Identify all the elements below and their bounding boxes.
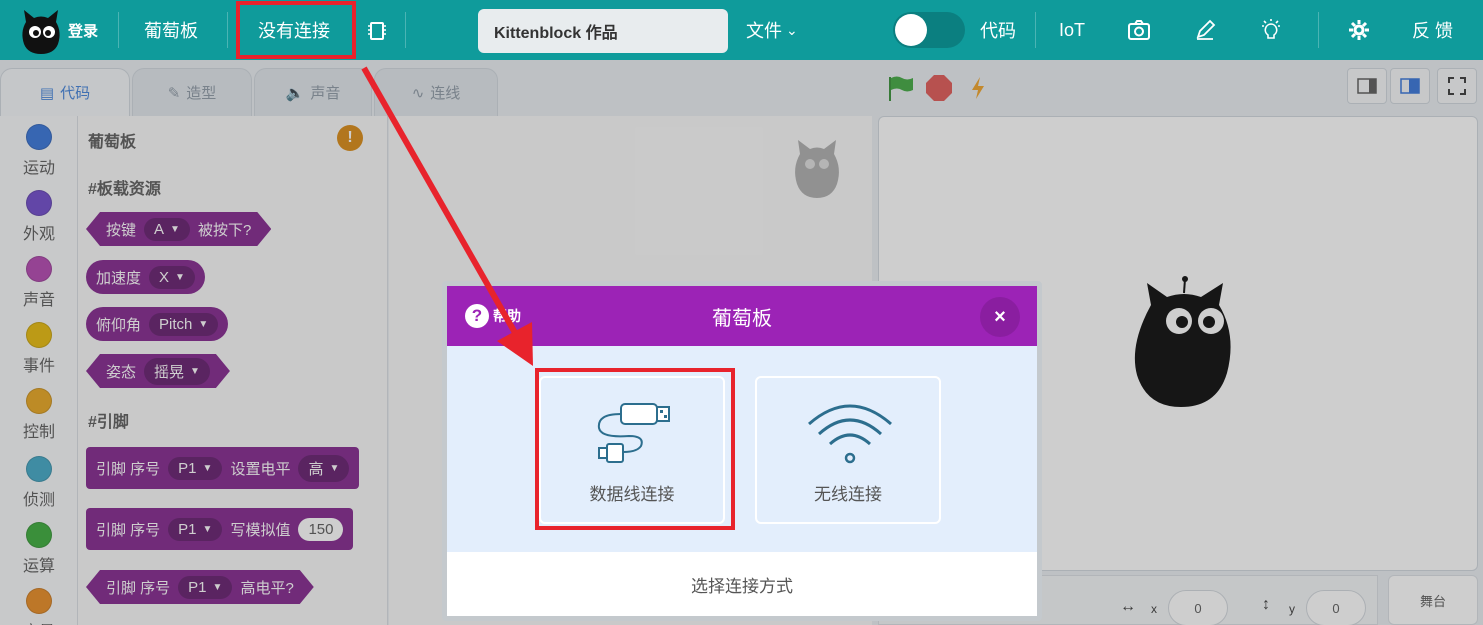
- wireless-option[interactable]: 无线连接: [755, 376, 941, 524]
- connection-highlight-box: [236, 1, 356, 59]
- menu-bar: 登录 葡萄板 没有连接 Kittenblock 作品 文件 ⌄ 代码 IoT 反…: [0, 0, 1483, 60]
- chevron-down-icon: ⌄: [786, 21, 798, 38]
- dialog-title: 葡萄板: [712, 307, 772, 330]
- divider: [227, 12, 228, 48]
- chip-icon[interactable]: [366, 20, 388, 42]
- gear-icon[interactable]: [1348, 19, 1370, 41]
- help-button[interactable]: ? 帮助: [465, 304, 521, 328]
- help-icon: ?: [465, 304, 489, 328]
- wireless-label: 无线连接: [814, 485, 882, 504]
- lightbulb-icon[interactable]: [1260, 18, 1282, 42]
- dialog-footer-hint: 选择连接方式: [447, 552, 1037, 616]
- device-select-button[interactable]: 葡萄板: [144, 0, 198, 60]
- divider: [1318, 12, 1319, 48]
- connection-dialog: 葡萄板 ? 帮助 × 数据线连接 无线连接 选择连接方式: [442, 281, 1042, 621]
- iot-button[interactable]: IoT: [1059, 0, 1085, 60]
- file-menu[interactable]: 文件 ⌄: [746, 0, 798, 60]
- dialog-header: 葡萄板 ? 帮助 ×: [447, 286, 1037, 346]
- code-toggle-label: 代码: [980, 21, 1016, 41]
- divider: [405, 12, 406, 48]
- kittenblock-logo[interactable]: [20, 8, 62, 54]
- toggle-knob: [895, 14, 927, 46]
- login-button[interactable]: 登录: [68, 0, 98, 60]
- pencil-icon[interactable]: [1194, 19, 1216, 41]
- code-mode-toggle[interactable]: [893, 12, 965, 48]
- project-title-input[interactable]: Kittenblock 作品: [478, 9, 728, 53]
- divider: [118, 12, 119, 48]
- divider: [1035, 12, 1036, 48]
- cable-option-highlight-box: [535, 368, 735, 530]
- camera-icon[interactable]: [1127, 19, 1151, 41]
- feedback-button[interactable]: 反 馈: [1412, 0, 1453, 60]
- help-label: 帮助: [493, 308, 521, 324]
- file-menu-label: 文件: [746, 21, 782, 41]
- close-button[interactable]: ×: [980, 297, 1020, 337]
- wifi-icon: [808, 404, 892, 464]
